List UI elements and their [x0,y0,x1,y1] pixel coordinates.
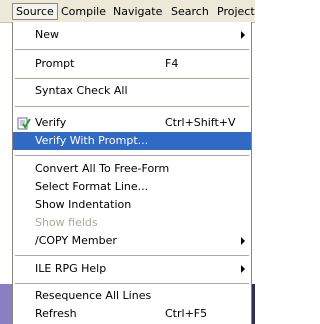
menu-item-copy-member[interactable]: /COPY Member [13,232,251,250]
background-window-edge [0,284,12,324]
menu-item-label: Prompt [35,57,75,70]
menu-item-show-fields: Show fields [13,214,251,232]
menu-item-label: ILE RPG Help [35,262,107,275]
menu-item-shortcut: F4 [165,57,179,70]
menu-item-syntax-check-all[interactable]: Syntax Check All [13,82,251,100]
menu-compile[interactable]: Compile [58,3,109,20]
menu-source[interactable]: Source [12,3,58,20]
menu-item-label: Verify [35,116,67,129]
submenu-arrow-icon [241,31,245,39]
menu-item-resequence-all-lines[interactable]: Resequence All Lines [13,287,251,305]
submenu-arrow-icon [241,237,245,245]
menu-item-convert-all-to-free-form[interactable]: Convert All To Free-Form [13,160,251,178]
menu-project[interactable]: Project [214,3,255,20]
menu-separator [15,283,249,284]
menu-separator [15,106,249,107]
menu-separator [15,255,249,256]
menu-item-show-indentation[interactable]: Show Indentation [13,196,251,214]
menu-item-verify[interactable]: Verify Ctrl+Shift+V [13,114,251,132]
menu-item-shortcut: Ctrl+F5 [165,307,208,320]
menu-item-label: Show Indentation [35,198,132,211]
menu-item-label: Syntax Check All [35,84,128,97]
menu-item-refresh[interactable]: Refresh Ctrl+F5 [13,305,251,323]
menu-item-label: Verify With Prompt... [35,134,149,147]
menu-item-label: Resequence All Lines [35,289,152,302]
eclipse-window: Source Compile Navigate Search Project N… [0,0,255,324]
menu-item-label: Select Format Line... [35,180,149,193]
menu-item-shortcut: Ctrl+Shift+V [165,116,236,129]
menu-item-new[interactable]: New [13,26,251,44]
verify-check-icon [17,117,31,130]
background-window-edge-right [252,284,255,324]
menu-separator [15,78,249,79]
menu-item-ile-rpg-help[interactable]: ILE RPG Help [13,260,251,278]
menu-separator [15,155,249,156]
menu-separator [15,49,249,50]
menu-item-verify-with-prompt[interactable]: Verify With Prompt... [13,132,251,150]
menu-item-prompt[interactable]: Prompt F4 [13,55,251,73]
menu-item-label: Refresh [35,307,77,320]
menu-item-label: /COPY Member [35,234,117,247]
source-menu-dropdown: New Prompt F4 Syntax Check All Verify Ct… [12,22,252,324]
menu-item-label: Show fields [35,216,98,229]
menu-search[interactable]: Search [168,3,212,20]
menu-item-select-format-line[interactable]: Select Format Line... [13,178,251,196]
submenu-arrow-icon [241,265,245,273]
menu-bar: Source Compile Navigate Search Project [0,0,255,23]
menu-item-label: Convert All To Free-Form [35,162,170,175]
menu-item-label: New [35,28,59,41]
menu-navigate[interactable]: Navigate [110,3,165,20]
